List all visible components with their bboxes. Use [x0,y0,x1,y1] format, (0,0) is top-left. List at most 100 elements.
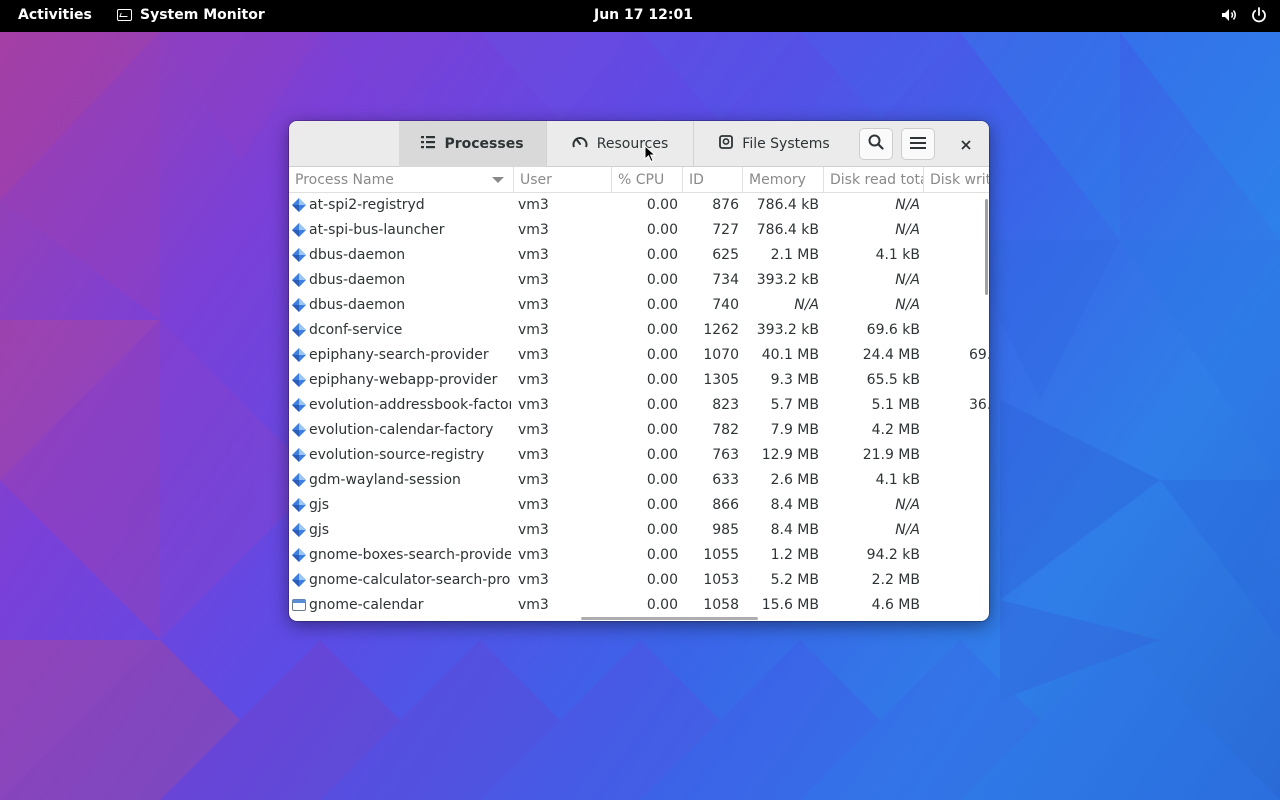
disk-read-cell: 65.5 kB [866,372,920,388]
search-button[interactable] [859,128,893,160]
tab-processes-label: Processes [444,136,524,152]
cpu-cell: 0.00 [646,547,678,563]
user-cell: vm3 [518,397,549,413]
user-cell: vm3 [518,472,549,488]
app-menu-button[interactable]: System Monitor [117,7,265,23]
cpu-cell: 0.00 [646,397,678,413]
memory-cell: 786.4 kB [756,222,819,238]
disk-read-cell: N/A [895,522,920,538]
memory-cell: 2.1 MB [770,247,819,263]
id-cell: 727 [712,222,739,238]
disk-write-cell [969,593,989,618]
column-process-name[interactable]: Process Name [289,167,513,193]
id-cell: 823 [712,397,739,413]
menu-icon [910,135,926,154]
memory-cell: 12.9 MB [761,447,819,463]
disk-read-cell: 5.1 MB [871,397,920,413]
table-row[interactable]: at-spi2-registryd vm3 0.00 876 786.4 kB N/A [289,193,989,218]
process-name-cell: evolution-calendar-factory [309,422,494,438]
process-icon [292,268,308,293]
process-name-cell: dbus-daemon [309,272,406,288]
tab-resources-label: Resources [596,136,669,152]
disk-write-cell: 69. [969,347,989,363]
table-row[interactable]: evolution-addressbook-factory vm3 0.00 823 5… [289,393,989,418]
disk-write-cell [969,368,989,393]
horizontal-scrollbar[interactable] [581,617,758,620]
process-name-cell: dbus-daemon [309,297,406,313]
memory-cell: 5.7 MB [770,397,819,413]
id-cell: 1053 [703,572,739,588]
column-disk-read[interactable]: Disk read tota [823,167,923,193]
column-id[interactable]: ID [682,167,742,193]
table-row[interactable]: gnome-calculator-search-provi vm3 0.00 1053… [289,568,989,593]
header-bar: Processes Resources File Systems [289,121,989,167]
id-cell: 1262 [703,322,739,338]
table-row[interactable]: dbus-daemon vm3 0.00 734 393.2 kB N/A [289,268,989,293]
id-cell: 866 [712,497,739,513]
table-row[interactable]: evolution-source-registry vm3 0.00 763 12.9 … [289,443,989,468]
id-cell: 740 [712,297,739,313]
disk-read-cell: 21.9 MB [862,447,920,463]
cpu-cell: 0.00 [646,297,678,313]
id-cell: 876 [712,197,739,213]
table-row[interactable]: gnome-calendar vm3 0.00 1058 15.6 MB 4.6 MB [289,593,989,618]
table-row[interactable]: epiphany-webapp-provider vm3 0.00 1305 9.3 M… [289,368,989,393]
disk-write-cell [969,518,989,543]
clock[interactable]: Jun 17 12:01 [594,7,693,23]
system-tray[interactable] [1220,6,1268,24]
process-icon [292,243,308,268]
table-row[interactable]: gjs vm3 0.00 985 8.4 MB N/A [289,518,989,543]
column-user[interactable]: User [513,167,611,193]
cpu-cell: 0.00 [646,197,678,213]
process-icon [292,468,308,493]
table-row[interactable]: gnome-boxes-search-provider vm3 0.00 1055 1.… [289,543,989,568]
tab-file-systems-label: File Systems [742,136,830,152]
process-icon [292,343,308,368]
table-row[interactable]: dbus-daemon vm3 0.00 625 2.1 MB 4.1 kB [289,243,989,268]
memory-cell: 5.2 MB [770,572,819,588]
user-cell: vm3 [518,447,549,463]
process-list[interactable]: at-spi2-registryd vm3 0.00 876 786.4 kB N/A at… [289,193,989,619]
cpu-cell: 0.00 [646,597,678,613]
table-row[interactable]: dconf-service vm3 0.00 1262 393.2 kB 69.6 kB [289,318,989,343]
power-icon[interactable] [1250,6,1268,24]
disk-write-cell [969,493,989,518]
user-cell: vm3 [518,297,549,313]
disk-read-cell: N/A [895,197,920,213]
user-cell: vm3 [518,597,549,613]
id-cell: 1070 [703,347,739,363]
id-cell: 734 [712,272,739,288]
table-row[interactable]: gjs vm3 0.00 866 8.4 MB N/A [289,493,989,518]
column-memory[interactable]: Memory [742,167,823,193]
main-menu-button[interactable] [901,128,935,160]
sort-descending-icon[interactable] [492,177,504,183]
id-cell: 1058 [703,597,739,613]
table-row[interactable]: at-spi-bus-launcher vm3 0.00 727 786.4 kB N/A [289,218,989,243]
memory-cell: 393.2 kB [756,272,819,288]
process-icon [292,193,308,218]
table-row[interactable]: dbus-daemon vm3 0.00 740 N/A N/A [289,293,989,318]
volume-icon[interactable] [1220,6,1238,24]
id-cell: 782 [712,422,739,438]
disk-read-cell: 24.4 MB [862,347,920,363]
memory-cell: 7.9 MB [770,422,819,438]
tab-resources[interactable]: Resources [546,121,693,167]
process-icon [292,493,308,518]
cpu-cell: 0.00 [646,472,678,488]
column-cpu[interactable]: % CPU [611,167,682,193]
cpu-cell: 0.00 [646,222,678,238]
process-name-cell: gnome-calculator-search-provi [309,572,511,588]
column-disk-write[interactable]: Disk writ [923,167,989,193]
disk-read-cell: 94.2 kB [866,547,920,563]
memory-cell: 8.4 MB [770,497,819,513]
table-row[interactable]: gdm-wayland-session vm3 0.00 633 2.6 MB 4.1 k… [289,468,989,493]
tab-processes[interactable]: Processes [399,121,546,167]
close-button[interactable] [954,132,978,156]
tab-file-systems[interactable]: File Systems [693,121,855,167]
cpu-cell: 0.00 [646,247,678,263]
activities-button[interactable]: Activities [18,7,92,23]
vertical-scrollbar[interactable] [985,199,988,295]
table-row[interactable]: epiphany-search-provider vm3 0.00 1070 40.1 … [289,343,989,368]
memory-cell: 786.4 kB [756,197,819,213]
table-row[interactable]: evolution-calendar-factory vm3 0.00 782 7.9 … [289,418,989,443]
